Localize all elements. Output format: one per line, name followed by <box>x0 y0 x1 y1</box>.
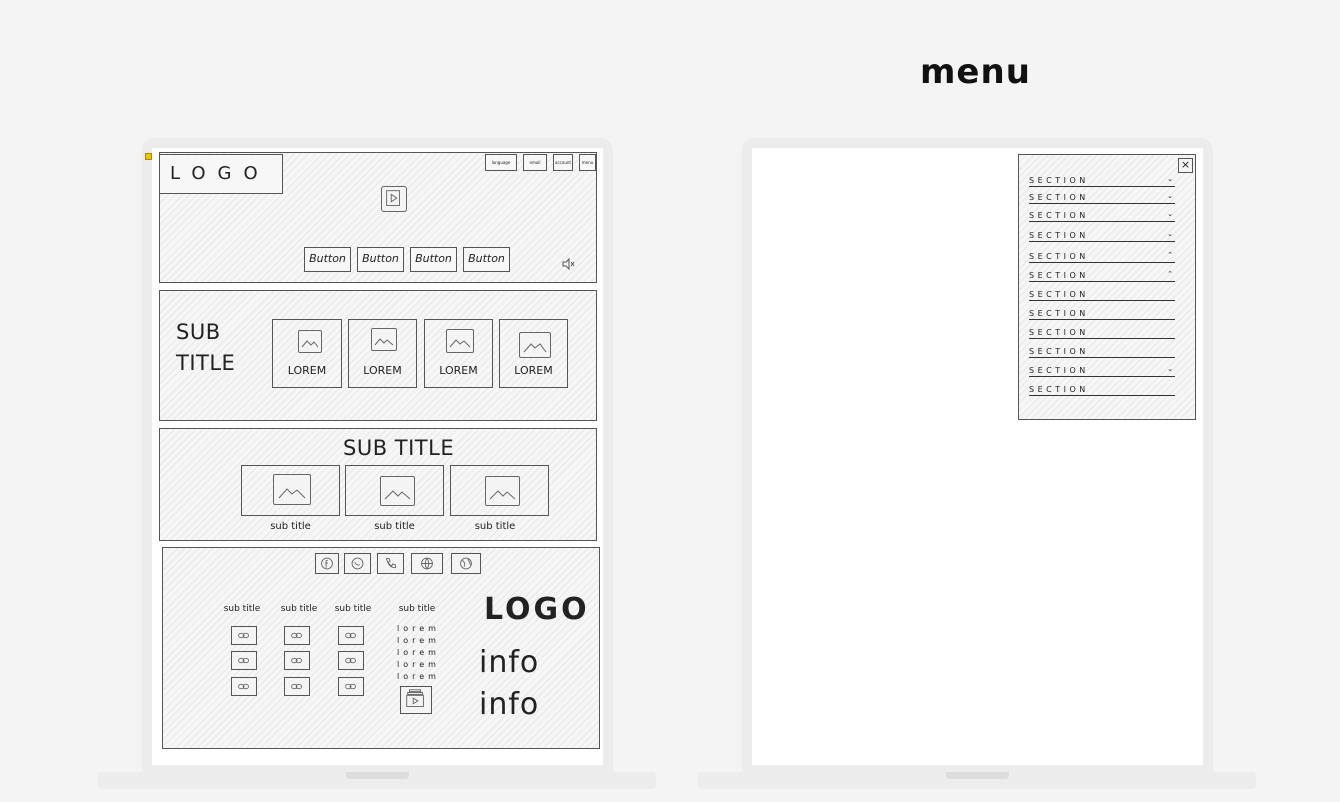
menu-section-5[interactable]: SECTION ⌃ <box>1029 251 1175 263</box>
card-label: LOREM <box>514 364 553 377</box>
facebook-icon[interactable] <box>315 553 339 574</box>
close-icon[interactable]: × <box>1178 158 1193 173</box>
link-icon[interactable] <box>231 677 257 696</box>
phone-icon[interactable] <box>377 553 404 574</box>
image-caption-1: sub title <box>270 521 311 532</box>
sticky-note-marker <box>145 153 152 160</box>
image-icon <box>371 328 397 351</box>
footer-column-title-4: sub title <box>398 604 436 614</box>
image-icon <box>485 476 520 506</box>
menu-section-3[interactable]: SECTION ⌄ <box>1029 210 1175 222</box>
menu-section-11[interactable]: SECTION ⌄ <box>1029 365 1175 377</box>
account-button[interactable]: account <box>553 154 573 171</box>
menu-section-4[interactable]: SECTION ⌄ <box>1029 230 1175 242</box>
chevron-down-icon: ⌄ <box>1167 365 1173 373</box>
card-label: LOREM <box>363 364 402 377</box>
footer-column-title-1: sub title <box>223 604 261 614</box>
section1-subtitle: SUB TITLE <box>176 320 236 375</box>
link-icon[interactable] <box>231 651 257 670</box>
header-button-4[interactable]: Button <box>463 247 510 272</box>
link-icon[interactable] <box>338 651 364 670</box>
footer-lorem-4[interactable]: lorem <box>397 660 440 669</box>
image-icon <box>380 476 415 506</box>
image-icon <box>519 332 551 358</box>
footer-info-2: info <box>479 687 540 722</box>
link-icon[interactable] <box>284 651 310 670</box>
link-icon[interactable] <box>338 677 364 696</box>
video-playlist-icon[interactable] <box>400 686 432 714</box>
image-caption-3: sub title <box>474 521 516 532</box>
email-button[interactable]: email <box>523 154 547 171</box>
link-icon[interactable] <box>284 626 310 645</box>
lorem-card-1[interactable]: LOREM <box>272 319 342 388</box>
left-laptop-notch <box>346 772 409 779</box>
menu-section-9[interactable]: SECTION <box>1029 327 1175 339</box>
menu-heading: menu <box>920 52 1031 92</box>
chevron-down-icon: ⌄ <box>1167 230 1173 238</box>
lorem-card-4[interactable]: LOREM <box>499 319 568 388</box>
image-block-1[interactable] <box>241 465 340 516</box>
footer-lorem-1[interactable]: lorem <box>397 624 440 633</box>
footer-lorem-3[interactable]: lorem <box>397 648 440 657</box>
image-block-2[interactable] <box>345 465 444 516</box>
image-caption-2: sub title <box>374 521 415 532</box>
image-block-3[interactable] <box>450 465 549 516</box>
footer-column-title-2: sub title <box>280 604 318 614</box>
globe-icon[interactable] <box>411 553 443 574</box>
menu-section-10[interactable]: SECTION <box>1029 346 1175 358</box>
whatsapp-icon[interactable] <box>344 553 371 574</box>
footer-lorem-5[interactable]: lorem <box>397 672 440 681</box>
card-label: LOREM <box>439 364 478 377</box>
section2-subtitle: SUB TITLE <box>343 436 455 460</box>
header-logo[interactable]: LOGO <box>159 154 283 194</box>
language-button[interactable]: language <box>485 154 517 171</box>
play-video-icon[interactable] <box>381 186 407 212</box>
footer-info-1: info <box>479 645 540 680</box>
right-laptop-notch <box>946 772 1009 779</box>
footer-logo: LOGO <box>484 592 590 627</box>
chevron-down-icon: ⌄ <box>1167 192 1173 200</box>
lorem-card-3[interactable]: LOREM <box>424 319 493 388</box>
image-icon <box>273 474 311 505</box>
chevron-down-icon: ⌄ <box>1167 210 1173 218</box>
link-icon[interactable] <box>231 626 257 645</box>
image-icon <box>298 330 322 353</box>
menu-section-8[interactable]: SECTION <box>1029 308 1175 320</box>
mute-icon[interactable] <box>561 256 575 271</box>
link-icon[interactable] <box>338 626 364 645</box>
world-icon[interactable] <box>451 553 481 574</box>
menu-section-7[interactable]: SECTION <box>1029 289 1175 301</box>
footer-column-title-3: sub title <box>334 604 372 614</box>
link-icon[interactable] <box>284 677 310 696</box>
header-button-3[interactable]: Button <box>410 247 457 272</box>
card-label: LOREM <box>287 364 327 377</box>
header-button-1[interactable]: Button <box>304 247 351 272</box>
menu-section-2[interactable]: SECTION ⌄ <box>1029 192 1175 204</box>
menu-button[interactable]: menu <box>579 154 596 171</box>
chevron-up-icon: ⌃ <box>1167 270 1173 278</box>
header-button-2[interactable]: Button <box>357 247 404 272</box>
menu-section-12[interactable]: SECTION <box>1029 384 1175 396</box>
menu-section-6[interactable]: SECTION ⌃ <box>1029 270 1175 282</box>
image-icon <box>446 329 474 353</box>
lorem-card-2[interactable]: LOREM <box>348 319 417 388</box>
footer-lorem-2[interactable]: lorem <box>397 636 440 645</box>
chevron-up-icon: ⌃ <box>1167 251 1173 259</box>
chevron-down-icon: ⌄ <box>1167 175 1173 183</box>
menu-section-1[interactable]: SECTION ⌄ <box>1029 175 1175 187</box>
